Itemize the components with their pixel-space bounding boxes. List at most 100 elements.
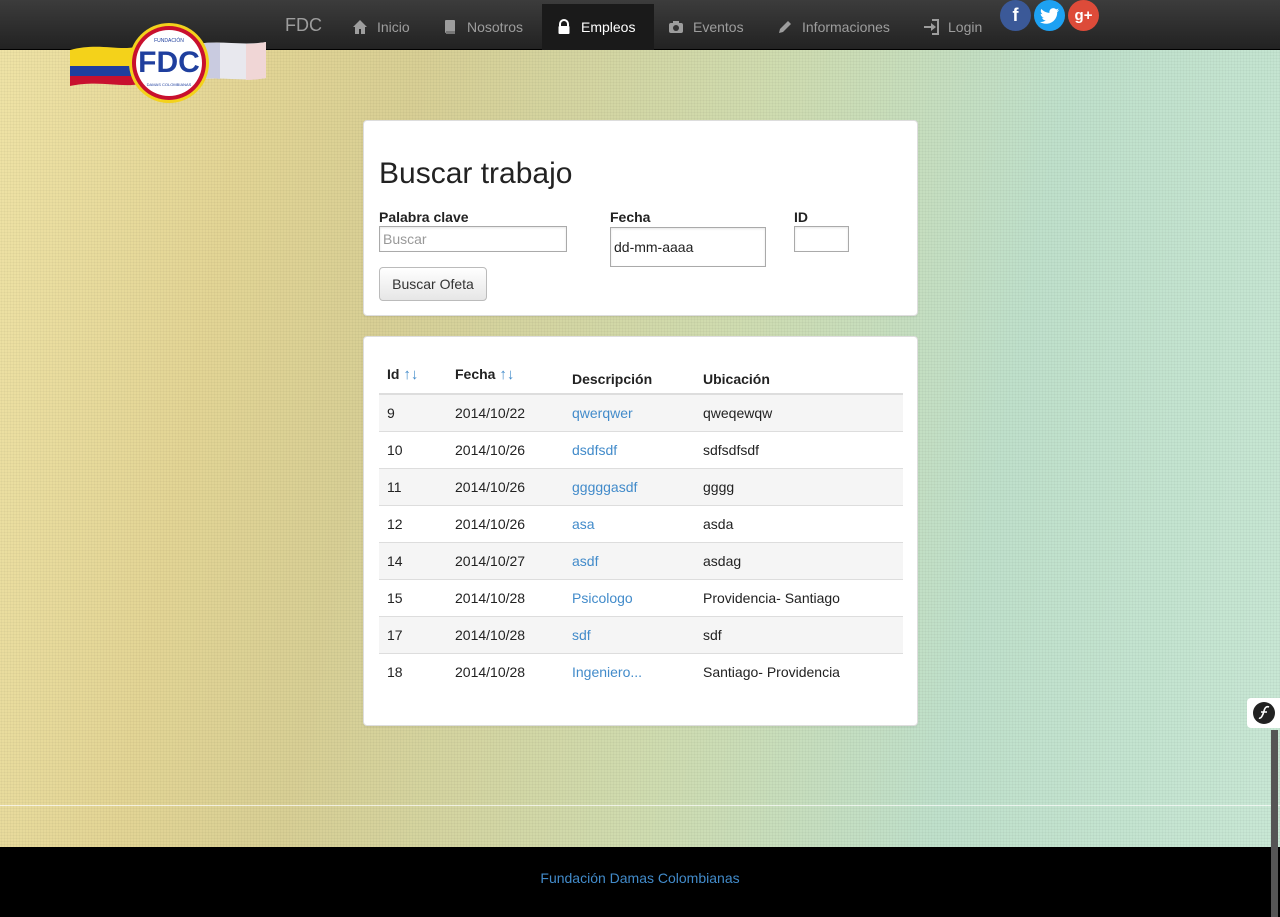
column-header-ubicacion: Ubicación (695, 352, 903, 395)
cell-ubicacion: qweqewqw (695, 393, 903, 431)
nav-item-inicio[interactable]: Inicio (338, 4, 424, 50)
job-description-link[interactable]: Psicologo (572, 590, 633, 606)
divider (0, 805, 1280, 806)
camera-icon (669, 21, 683, 33)
nav-item-login[interactable]: Login (909, 4, 996, 50)
nav-label: Inicio (377, 19, 410, 35)
cell-fecha: 2014/10/28 (447, 652, 564, 690)
column-header-id: Id ↑↓ (379, 352, 447, 395)
symfony-logo-glyph (1252, 702, 1275, 724)
job-description-link[interactable]: asdf (572, 553, 598, 569)
cell-fecha: 2014/10/28 (447, 578, 564, 616)
cell-descripcion: asa (564, 504, 695, 542)
table-header-row: Id ↑↓ Fecha ↑↓ Descripción Ubicación (379, 352, 903, 395)
google-plus-glyph: g+ (1074, 7, 1093, 24)
nav-label: Nosotros (467, 19, 524, 35)
logo-subtext-bottom: DAMAS COLOMBIANAS (147, 82, 192, 87)
cell-ubicacion: Santiago- Providencia (695, 652, 903, 690)
cell-id: 12 (379, 504, 447, 542)
cell-id: 15 (379, 578, 447, 616)
cell-fecha: 2014/10/28 (447, 615, 564, 653)
date-label: Fecha (610, 209, 651, 225)
job-description-link[interactable]: asa (572, 516, 595, 532)
job-description-link[interactable]: sdf (572, 627, 591, 643)
keyword-input[interactable] (379, 226, 567, 252)
keyword-label: Palabra clave (379, 209, 469, 225)
book-icon (445, 20, 455, 34)
cell-fecha: 2014/10/26 (447, 504, 564, 542)
job-description-link[interactable]: Ingeniero... (572, 664, 642, 680)
cell-descripcion: sdf (564, 615, 695, 653)
lock-icon (558, 19, 570, 34)
nav-item-eventos[interactable]: Eventos (654, 4, 758, 50)
cell-ubicacion: Providencia- Santiago (695, 578, 903, 616)
footer: Fundación Damas Colombianas (0, 847, 1280, 917)
cell-fecha: 2014/10/26 (447, 467, 564, 505)
cell-descripcion: asdf (564, 541, 695, 579)
nav-item-empleos[interactable]: Empleos (542, 4, 654, 50)
cell-ubicacion: asda (695, 504, 903, 542)
search-offer-button[interactable]: Buscar Ofeta (379, 267, 487, 301)
table-row: 9 2014/10/22 qwerqwer qweqewqw (379, 393, 903, 431)
sort-desc-arrow-icon[interactable]: ↓ (507, 366, 515, 383)
cell-id: 18 (379, 652, 447, 690)
cell-id: 9 (379, 393, 447, 431)
footer-link[interactable]: Fundación Damas Colombianas (540, 870, 739, 888)
navbar-brand[interactable]: FDC (285, 15, 322, 36)
sort-asc-arrow-icon[interactable]: ↑ (403, 366, 411, 383)
facebook-icon[interactable]: f (1000, 0, 1031, 31)
cell-descripcion: Psicologo (564, 578, 695, 616)
date-input[interactable]: dd-mm-aaaa (610, 227, 766, 267)
logo-graphic: FDC FUNDACIÓN DAMAS COLOMBIANAS (70, 23, 266, 103)
job-description-link[interactable]: qwerqwer (572, 405, 633, 421)
table-row: 12 2014/10/26 asa asda (379, 504, 903, 542)
cell-fecha: 2014/10/27 (447, 541, 564, 579)
twitter-icon[interactable] (1034, 0, 1065, 31)
cell-descripcion: gggggasdf (564, 467, 695, 505)
logo-text: FDC (138, 46, 200, 79)
job-description-link[interactable]: dsdfsdf (572, 442, 617, 458)
cell-ubicacion: asdag (695, 541, 903, 579)
cell-ubicacion: sdfsdfsdf (695, 430, 903, 468)
id-input[interactable] (794, 226, 849, 252)
scrollbar[interactable] (1271, 730, 1278, 917)
cell-ubicacion: gggg (695, 467, 903, 505)
nav-item-informaciones[interactable]: Informaciones (763, 4, 904, 50)
login-icon (924, 19, 939, 35)
jobs-table-panel: Id ↑↓ Fecha ↑↓ Descripción Ubicación 9 20… (363, 336, 918, 726)
twitter-bird-glyph (1039, 7, 1059, 24)
job-description-link[interactable]: gggggasdf (572, 479, 637, 495)
home-icon (353, 20, 367, 34)
logo-subtext-top: FUNDACIÓN (154, 37, 184, 44)
table-row: 10 2014/10/26 dsdfsdf sdfsdfsdf (379, 430, 903, 468)
symfony-toolbar-icon[interactable] (1247, 698, 1280, 728)
cell-fecha: 2014/10/22 (447, 393, 564, 431)
cell-ubicacion: sdf (695, 615, 903, 653)
nav-label: Login (948, 19, 983, 35)
table-row: 11 2014/10/26 gggggasdf gggg (379, 467, 903, 505)
cell-descripcion: qwerqwer (564, 393, 695, 431)
cell-id: 10 (379, 430, 447, 468)
sort-desc-arrow-icon[interactable]: ↓ (411, 366, 419, 383)
nav-label: Eventos (693, 19, 744, 35)
search-title: Buscar trabajo (379, 157, 573, 190)
cell-id: 14 (379, 541, 447, 579)
nav-label: Informaciones (802, 19, 890, 35)
pencil-icon (779, 21, 791, 33)
nav-item-nosotros[interactable]: Nosotros (428, 4, 537, 50)
column-header-fecha: Fecha ↑↓ (447, 352, 564, 395)
column-fecha-label: Fecha (455, 366, 496, 382)
fdc-logo[interactable]: FDC FUNDACIÓN DAMAS COLOMBIANAS (70, 22, 268, 106)
jobs-table: Id ↑↓ Fecha ↑↓ Descripción Ubicación 9 20… (379, 352, 903, 690)
column-id-label: Id (387, 366, 400, 382)
column-header-descripcion: Descripción (564, 352, 695, 395)
table-row: 17 2014/10/28 sdf sdf (379, 615, 903, 653)
table-row: 18 2014/10/28 Ingeniero... Santiago- Provid… (379, 652, 903, 690)
facebook-glyph: f (1012, 5, 1019, 25)
cell-id: 17 (379, 615, 447, 653)
cell-descripcion: dsdfsdf (564, 430, 695, 468)
cell-id: 11 (379, 467, 447, 505)
table-row: 15 2014/10/28 Psicologo Providencia- Santia… (379, 578, 903, 616)
google-plus-icon[interactable]: g+ (1068, 0, 1099, 31)
sort-asc-arrow-icon[interactable]: ↑ (499, 366, 507, 383)
